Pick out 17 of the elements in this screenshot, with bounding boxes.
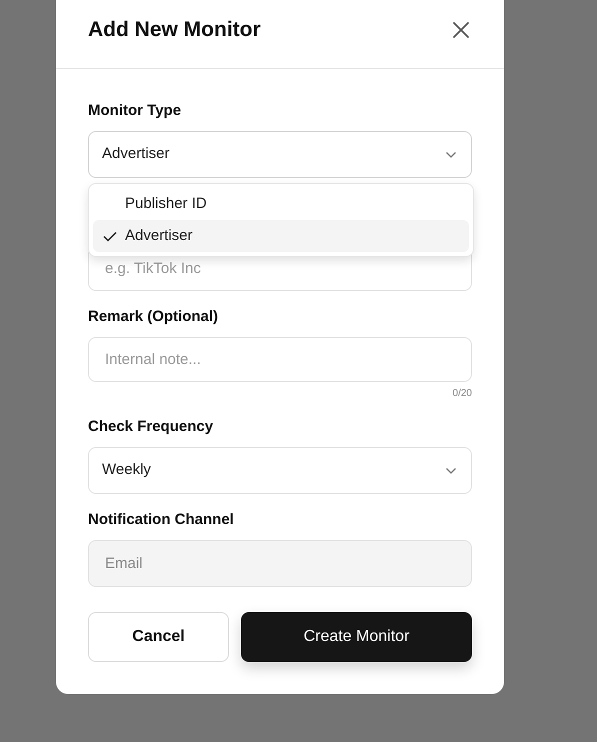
chevron-icon xyxy=(445,466,457,474)
dropdown-option[interactable]: Publisher ID xyxy=(93,188,469,220)
field-label: Remark (Optional) xyxy=(88,307,220,327)
cancel-button[interactable]: Cancel xyxy=(88,612,229,662)
create-button[interactable]: Create Monitor xyxy=(241,612,472,662)
chevron-icon xyxy=(445,150,457,158)
close-icon[interactable] xyxy=(450,19,472,41)
field-label: Notification Channel xyxy=(88,510,235,530)
character-counter: 0/20 xyxy=(452,387,472,401)
check-icon xyxy=(103,230,117,242)
select-field[interactable]: Weekly xyxy=(88,447,472,494)
modal-title: Add New Monitor xyxy=(88,17,261,43)
dropdown-option[interactable]: Advertiser xyxy=(93,220,469,252)
select-field[interactable]: Advertiser xyxy=(88,131,472,178)
input-field[interactable]: Internal note... xyxy=(88,337,472,382)
field-label: Monitor Type xyxy=(88,101,182,121)
field-label: Check Frequency xyxy=(88,417,214,437)
